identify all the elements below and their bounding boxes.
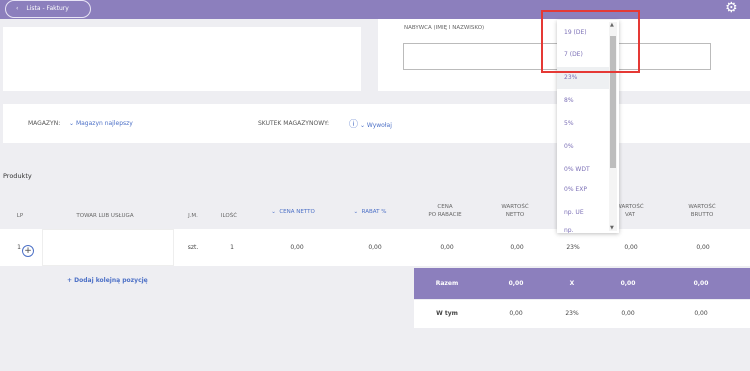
warehouse-bar: MAGAZYN: ⌄ Magazyn najlepszy SKUTEK MAGA…: [3, 104, 750, 143]
row-gross-value: 0,00: [696, 244, 710, 251]
row-net-value: 0,00: [510, 244, 524, 251]
vat-option[interactable]: 0%: [557, 136, 609, 158]
row-qty[interactable]: 1: [222, 244, 242, 251]
col-discount: RABAT %: [361, 209, 387, 215]
col-net-value-l1: WARTOŚĆ: [501, 204, 529, 210]
row-net-price[interactable]: 0,00: [282, 244, 312, 251]
stock-effect-value: Wywołaj: [366, 122, 392, 129]
summary-total-label: Razem: [435, 280, 459, 287]
row-discount[interactable]: 0,00: [360, 244, 390, 251]
summary-total-gross: 0,00: [693, 280, 709, 287]
col-net-value: WARTOŚĆ NETTO: [490, 203, 540, 219]
col-price-after-l1: CENA: [437, 204, 453, 210]
scroll-down-arrow-icon[interactable]: ▼: [610, 225, 614, 231]
stock-effect-select[interactable]: ⓘ ⌄ Wywołaj: [349, 117, 392, 130]
of-which-vat: 0,00: [621, 310, 635, 317]
stock-effect-label: SKUTEK MAGAZYNOWY:: [258, 120, 330, 127]
seller-card: [3, 27, 361, 91]
row-vat-value: 0,00: [624, 244, 638, 251]
vat-option[interactable]: np.: [557, 225, 609, 233]
col-item: TOWAR LUB USŁUGA: [76, 213, 134, 219]
summary-total-rate: X: [569, 280, 575, 287]
summary-of-which-row: W tym 0,00 23% 0,00 0,00: [414, 300, 750, 328]
col-discount-sort[interactable]: ⌄ RABAT %: [342, 208, 398, 216]
col-price-after-discount: CENA PO RABACIE: [420, 203, 470, 219]
col-gross-value-l2: BRUTTO: [690, 212, 714, 218]
warehouse-label: MAGAZYN:: [28, 120, 61, 127]
summary-total-net: 0,00: [508, 280, 524, 287]
col-gross-value: WARTOŚĆ BRUTTO: [680, 203, 724, 219]
vat-option[interactable]: 8%: [557, 90, 609, 112]
chevron-down-icon: ⌄: [69, 120, 75, 127]
product-row: 1 + szt. 1 0,00 0,00 0,00 0,00 23% 0,00 …: [0, 229, 750, 266]
of-which-rate: 23%: [565, 310, 579, 317]
vat-option[interactable]: 0% WDT: [557, 159, 609, 181]
buyer-label: NABYWCA (IMIĘ I NAZWISKO): [404, 25, 485, 31]
chevron-down-icon: ⌄: [271, 209, 276, 215]
warehouse-value: Magazyn najlepszy: [75, 120, 133, 127]
summary-total-row: Razem 0,00 X 0,00 0,00: [414, 268, 750, 299]
of-which-gross: 0,00: [694, 310, 708, 317]
back-button-label: Lista - Faktury: [26, 5, 69, 12]
col-lp: LP: [16, 213, 24, 219]
vat-option[interactable]: np. UE: [557, 202, 609, 224]
add-item-link[interactable]: + Dodaj kolejną pozycję: [67, 277, 148, 284]
gear-icon[interactable]: ⚙: [725, 1, 741, 17]
chevron-left-icon: ‹: [16, 5, 19, 12]
item-input[interactable]: [42, 229, 174, 266]
row-vat-rate[interactable]: 23%: [558, 244, 588, 251]
info-icon: ⓘ: [349, 120, 359, 130]
of-which-label: W tym: [436, 310, 458, 317]
col-price-after-l2: PO RABACIE: [428, 212, 462, 218]
warehouse-select[interactable]: ⌄ Magazyn najlepszy: [69, 120, 133, 127]
of-which-net: 0,00: [509, 310, 523, 317]
back-to-invoice-list-button[interactable]: ‹ Lista - Faktury: [5, 0, 91, 18]
col-net-value-l2: NETTO: [505, 212, 525, 218]
vat-option[interactable]: 0% EXP: [557, 179, 609, 201]
col-net-price-sort[interactable]: ⌄ CENA NETTO: [259, 208, 327, 216]
products-title: Produkty: [3, 172, 32, 180]
col-net-price: CENA NETTO: [279, 209, 315, 215]
vat-option[interactable]: 5%: [557, 113, 609, 135]
row-unit[interactable]: szt.: [183, 244, 203, 251]
col-gross-value-l1: WARTOŚĆ: [688, 204, 716, 210]
highlight-box: [541, 10, 640, 73]
add-circle-icon[interactable]: +: [22, 245, 34, 257]
col-qty: ILOŚĆ: [220, 213, 238, 219]
col-unit: J.M.: [188, 213, 198, 219]
summary-total-vat: 0,00: [620, 280, 636, 287]
chevron-down-icon: ⌄: [359, 122, 365, 129]
row-price-after: 0,00: [440, 244, 454, 251]
chevron-down-icon: ⌄: [353, 209, 359, 215]
